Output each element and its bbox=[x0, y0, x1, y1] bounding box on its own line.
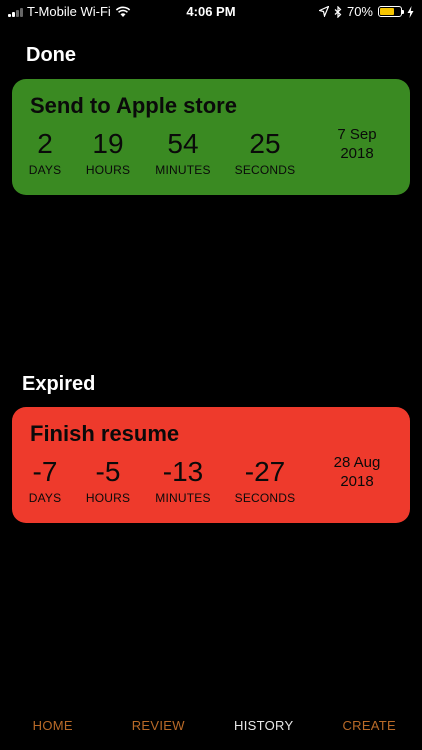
minutes-value: 54 bbox=[167, 128, 199, 159]
hours-value: 19 bbox=[92, 128, 124, 159]
hours-unit: 19 HOURS bbox=[80, 127, 136, 177]
bluetooth-icon bbox=[334, 5, 342, 18]
seconds-label: SECONDS bbox=[234, 491, 296, 505]
days-value: 2 bbox=[37, 128, 53, 159]
hours-value: -5 bbox=[95, 456, 121, 487]
days-label: DAYS bbox=[28, 491, 62, 505]
battery-level bbox=[380, 8, 394, 15]
seconds-unit: 25 SECONDS bbox=[230, 127, 300, 177]
due-date-year: 2018 bbox=[340, 473, 374, 490]
days-unit: 2 DAYS bbox=[28, 127, 62, 177]
location-arrow-icon bbox=[318, 6, 329, 17]
seconds-unit: -27 SECONDS bbox=[230, 455, 300, 505]
tab-home[interactable]: HOME bbox=[0, 718, 106, 733]
status-bar: T-Mobile Wi-Fi 4:06 PM 70% bbox=[0, 0, 422, 24]
days-value: -7 bbox=[32, 456, 58, 487]
minutes-unit: 54 MINUTES bbox=[152, 127, 214, 177]
hours-unit: -5 HOURS bbox=[80, 455, 136, 505]
tab-create[interactable]: CREATE bbox=[317, 718, 422, 733]
tab-bar: HOME REVIEW HISTORY CREATE bbox=[0, 700, 422, 750]
battery-percent: 70% bbox=[346, 4, 373, 19]
seconds-label: SECONDS bbox=[234, 163, 296, 177]
minutes-unit: -13 MINUTES bbox=[152, 455, 214, 505]
charging-bolt-icon bbox=[407, 5, 414, 18]
seconds-value: -27 bbox=[244, 456, 286, 487]
card-title: Finish resume bbox=[30, 421, 180, 446]
section-title-done: Done bbox=[26, 44, 76, 66]
due-date: 7 Sep 2018 bbox=[322, 125, 392, 163]
timer-card-expired[interactable]: Finish resume -7 DAYS -5 HOURS -13 MINUT… bbox=[12, 407, 410, 523]
days-unit: -7 DAYS bbox=[28, 455, 62, 505]
due-date-day: 28 Aug bbox=[333, 454, 381, 471]
card-title: Send to Apple store bbox=[30, 93, 237, 118]
timer-card-done[interactable]: Send to Apple store 2 DAYS 19 HOURS 54 M… bbox=[12, 79, 410, 195]
days-label: DAYS bbox=[28, 163, 62, 177]
battery-icon bbox=[378, 6, 404, 17]
minutes-label: MINUTES bbox=[155, 163, 211, 177]
tab-history[interactable]: HISTORY bbox=[211, 718, 317, 733]
minutes-value: -13 bbox=[162, 456, 204, 487]
hours-label: HOURS bbox=[85, 163, 131, 177]
minutes-label: MINUTES bbox=[155, 491, 211, 505]
tab-review[interactable]: REVIEW bbox=[106, 718, 212, 733]
section-title-expired: Expired bbox=[22, 373, 96, 395]
hours-label: HOURS bbox=[85, 491, 131, 505]
due-date-year: 2018 bbox=[340, 145, 374, 162]
seconds-value: 25 bbox=[249, 128, 281, 159]
due-date: 28 Aug 2018 bbox=[322, 453, 392, 491]
status-right: 70% bbox=[318, 4, 414, 19]
due-date-day: 7 Sep bbox=[337, 126, 377, 143]
